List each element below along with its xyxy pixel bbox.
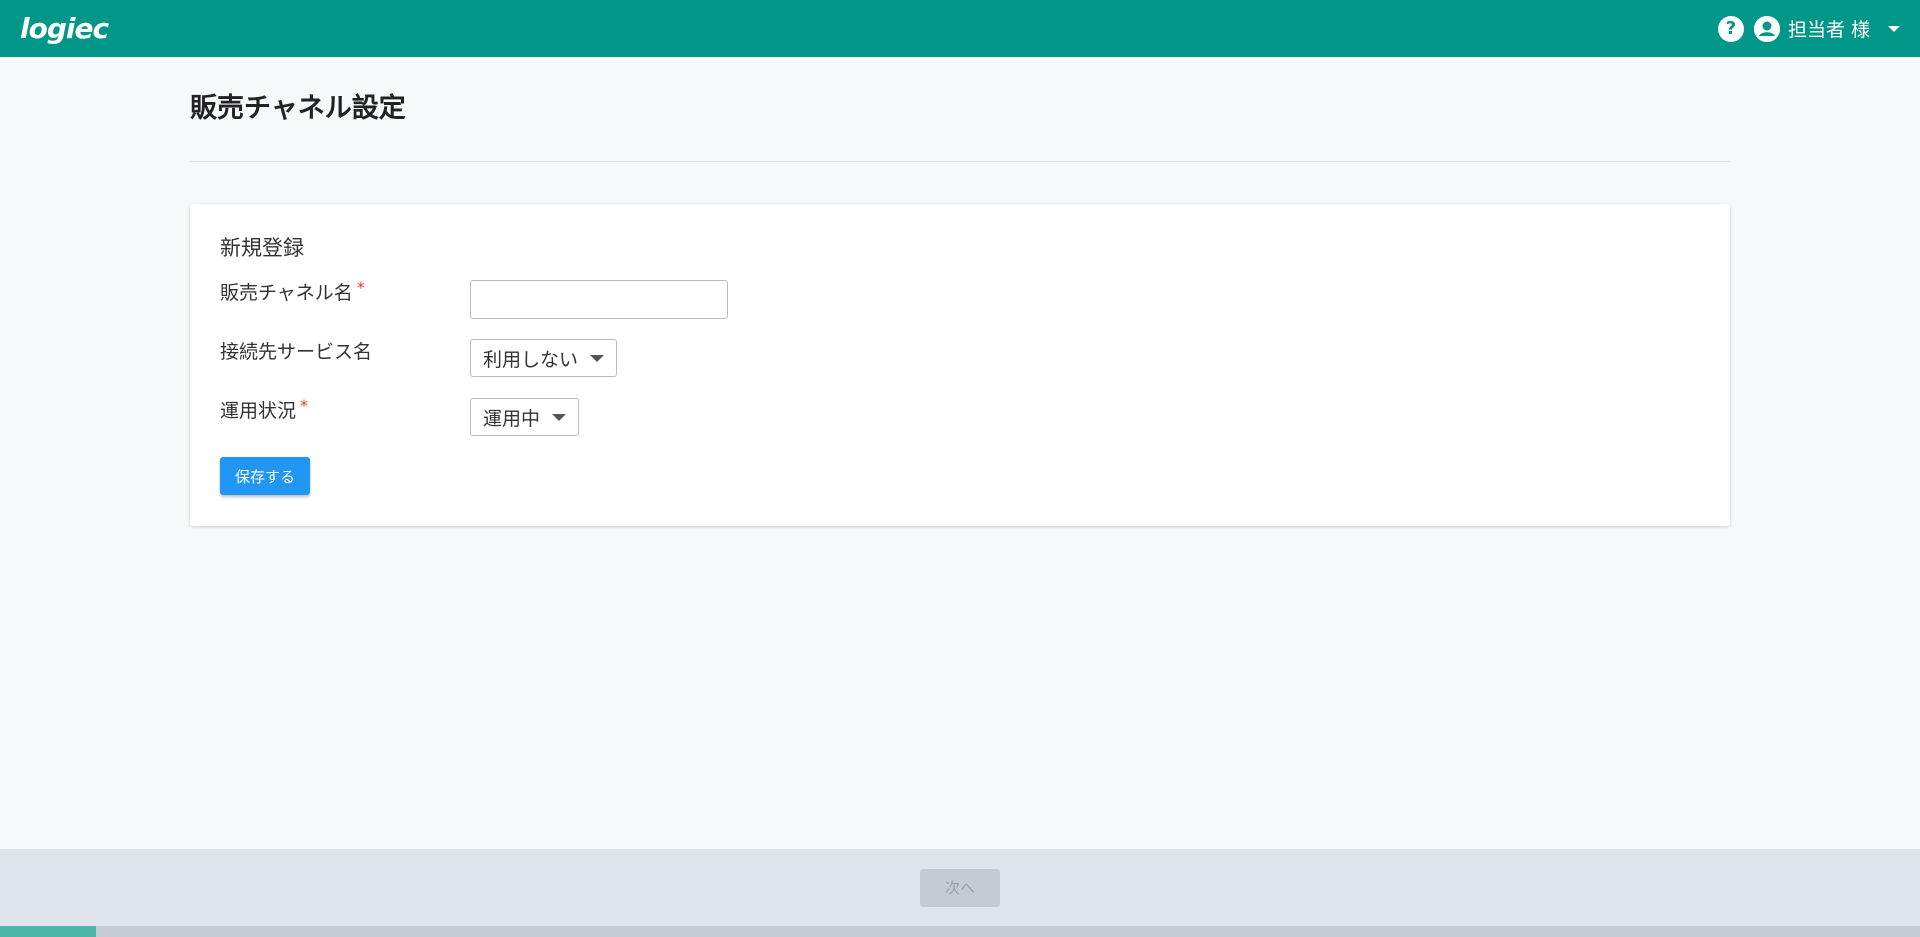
help-icon[interactable]: ?: [1717, 15, 1744, 42]
account-icon: [1753, 15, 1780, 42]
user-menu[interactable]: 担当者 様: [1753, 15, 1900, 42]
registration-card: 新規登録 販売チャネル名 * 接続先サービス名 利用しない 運用状況 * 運用中 保…: [190, 204, 1730, 526]
logo[interactable]: logiec: [20, 12, 109, 45]
divider: [190, 161, 1730, 162]
required-mark: *: [300, 396, 309, 415]
chevron-down-icon: [1888, 25, 1900, 32]
status-select[interactable]: 運用中: [470, 398, 580, 436]
chevron-down-icon: [590, 354, 605, 362]
service-select-value: 利用しない: [483, 348, 579, 371]
header-actions: ? 担当者 様: [1717, 15, 1900, 42]
app-header: logiec ? 担当者 様: [0, 0, 1920, 57]
save-button[interactable]: 保存する: [220, 457, 310, 495]
progress-bar: [0, 926, 1920, 937]
service-select[interactable]: 利用しない: [470, 339, 618, 377]
page-title: 販売チャネル設定: [190, 93, 406, 124]
channel-name-label: 販売チャネル名 *: [220, 278, 365, 304]
next-button[interactable]: 次へ: [920, 868, 1000, 907]
service-label: 接続先サービス名: [220, 341, 373, 363]
progress-fill: [0, 926, 96, 937]
chevron-down-icon: [552, 413, 567, 421]
section-title: 新規登録: [220, 236, 304, 260]
channel-name-input[interactable]: [470, 280, 728, 319]
required-mark: *: [356, 278, 365, 297]
footer-bar: 次へ: [0, 849, 1920, 926]
user-name: 担当者 様: [1787, 19, 1870, 41]
status-label: 運用状況 *: [220, 396, 309, 422]
logo-text: logiec: [20, 12, 109, 45]
status-select-value: 運用中: [483, 407, 541, 430]
